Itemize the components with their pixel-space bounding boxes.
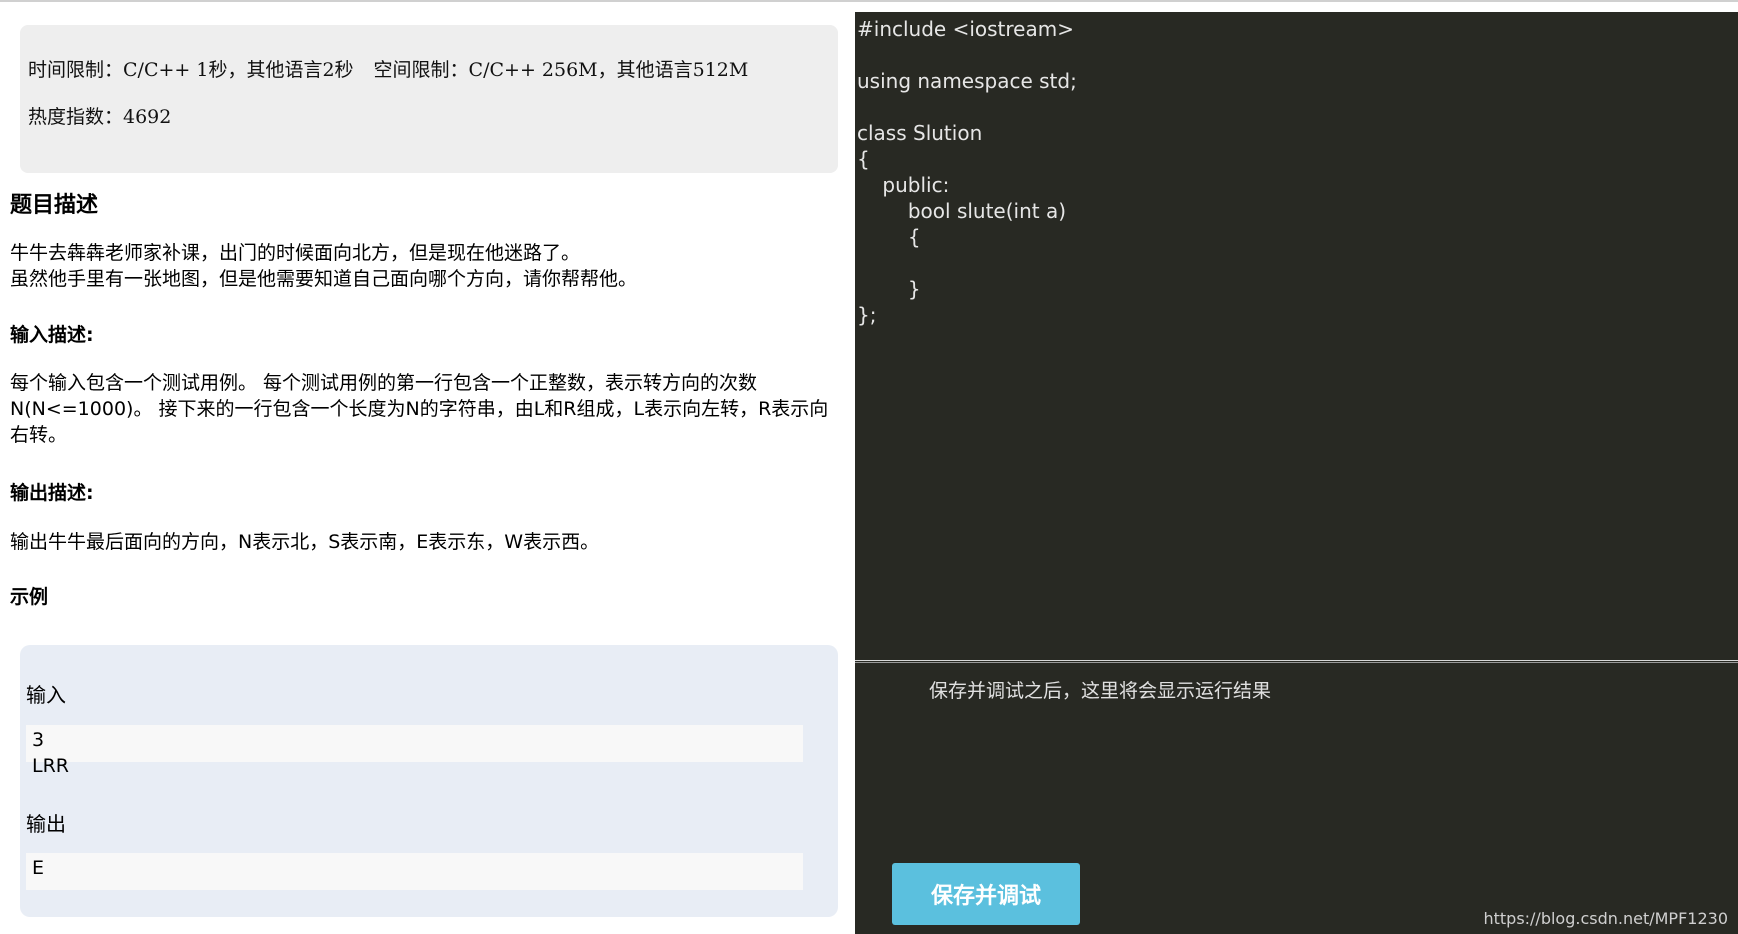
description-title: 题目描述 [10,193,99,218]
description-text: 牛牛去犇犇老师家补课，出门的时候面向北方，但是现在他迷路了。 虽然他手里有一张地… [10,240,855,292]
save-and-debug-button[interactable]: 保存并调试 [892,863,1080,925]
heat-index: 热度指数：4692 [28,106,172,128]
example-input-label: 输入 [26,683,66,707]
example-input-value: 3 LRR [26,725,803,777]
example-output-value: E [26,853,803,890]
example-output-line: E [32,857,45,879]
description-line: 虽然他手里有一张地图，但是他需要知道自己面向哪个方向，请你帮帮他。 [10,268,638,290]
output-description-text: 输出牛牛最后面向的方向，N表示北，S表示南，E表示东，W表示西。 [10,529,855,555]
code-line: class Slution [857,121,983,145]
code-line: { [857,225,921,249]
code-line: } [857,277,921,301]
time-limit: 时间限制：C/C++ 1秒，其他语言2秒 [28,59,354,81]
output-description-title: 输出描述: [10,482,94,504]
example-title: 示例 [10,586,49,608]
input-description-text: 每个输入包含一个测试用例。 每个测试用例的第一行包含一个正整数，表示转方向的次数… [10,370,855,448]
code-line: public: [857,173,950,197]
editor-divider[interactable] [855,660,1738,663]
code-line: }; [857,303,877,327]
input-description-line: 右转。 [10,424,68,446]
description-line: 牛牛去犇犇老师家补课，出门的时候面向北方，但是现在他迷路了。 [10,242,581,264]
example-input-line: LRR [32,755,69,777]
input-description-title: 输入描述: [10,324,94,346]
code-line: bool slute(int a) [857,199,1067,223]
example-box: 输入 3 LRR 输出 E [20,645,838,917]
problem-panel: 时间限制：C/C++ 1秒，其他语言2秒 空间限制：C/C++ 256M，其他语言… [0,2,855,934]
result-placeholder: 保存并调试之后，这里将会显示运行结果 [929,680,1272,702]
page: 时间限制：C/C++ 1秒，其他语言2秒 空间限制：C/C++ 256M，其他语言… [0,0,1738,934]
problem-info-box: 时间限制：C/C++ 1秒，其他语言2秒 空间限制：C/C++ 256M，其他语言… [20,25,838,173]
code-line: #include <iostream> [857,17,1074,41]
limits-line: 时间限制：C/C++ 1秒，其他语言2秒 空间限制：C/C++ 256M，其他语言… [28,55,748,82]
code-line: using namespace std; [857,69,1077,93]
editor-panel: #include <iostream> using namespace std;… [855,12,1738,934]
code-editor[interactable]: #include <iostream> using namespace std;… [855,12,1738,660]
example-input-line: 3 [32,729,45,751]
code-line: { [857,147,870,171]
input-description-line: 每个输入包含一个测试用例。 每个测试用例的第一行包含一个正整数，表示转方向的次数 [10,372,758,394]
example-output-label: 输出 [26,812,66,836]
space-limit: 空间限制：C/C++ 256M，其他语言512M [373,59,749,81]
watermark: https://blog.csdn.net/MPF1230 [1483,909,1728,928]
input-description-line: N(N<=1000)。 接下来的一行包含一个长度为N的字符串，由L和R组成，L表… [10,398,829,420]
output-description-line: 输出牛牛最后面向的方向，N表示北，S表示南，E表示东，W表示西。 [10,531,600,553]
